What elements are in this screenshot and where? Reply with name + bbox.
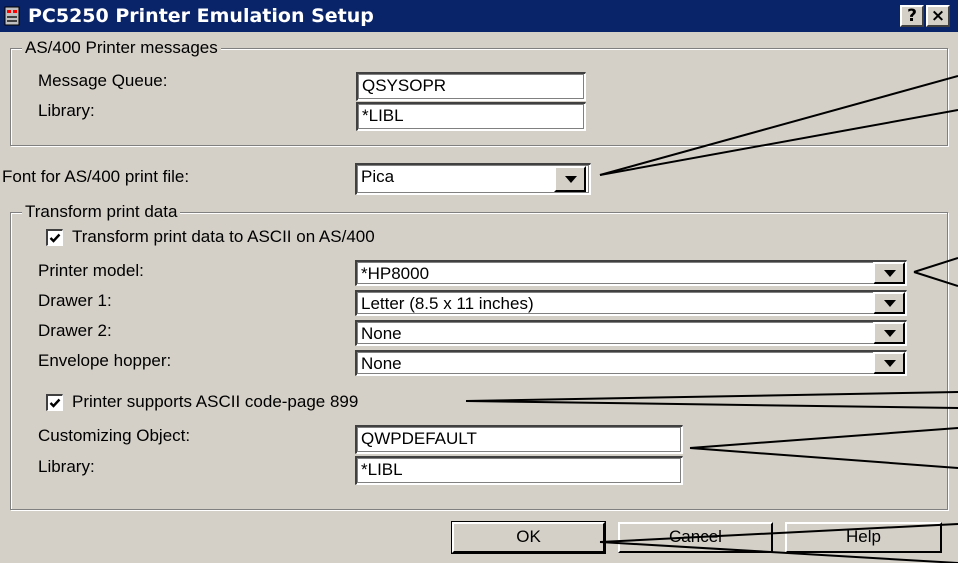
callout-ok <box>599 523 958 563</box>
printer-setup-dialog: PC5250 Printer Emulation Setup ? × AS/40… <box>0 0 958 563</box>
callout-lines <box>465 75 958 563</box>
callout-font <box>599 75 958 176</box>
callout-customizing <box>689 427 958 469</box>
callout-codepage <box>465 391 958 409</box>
callout-printer-model <box>913 257 958 287</box>
